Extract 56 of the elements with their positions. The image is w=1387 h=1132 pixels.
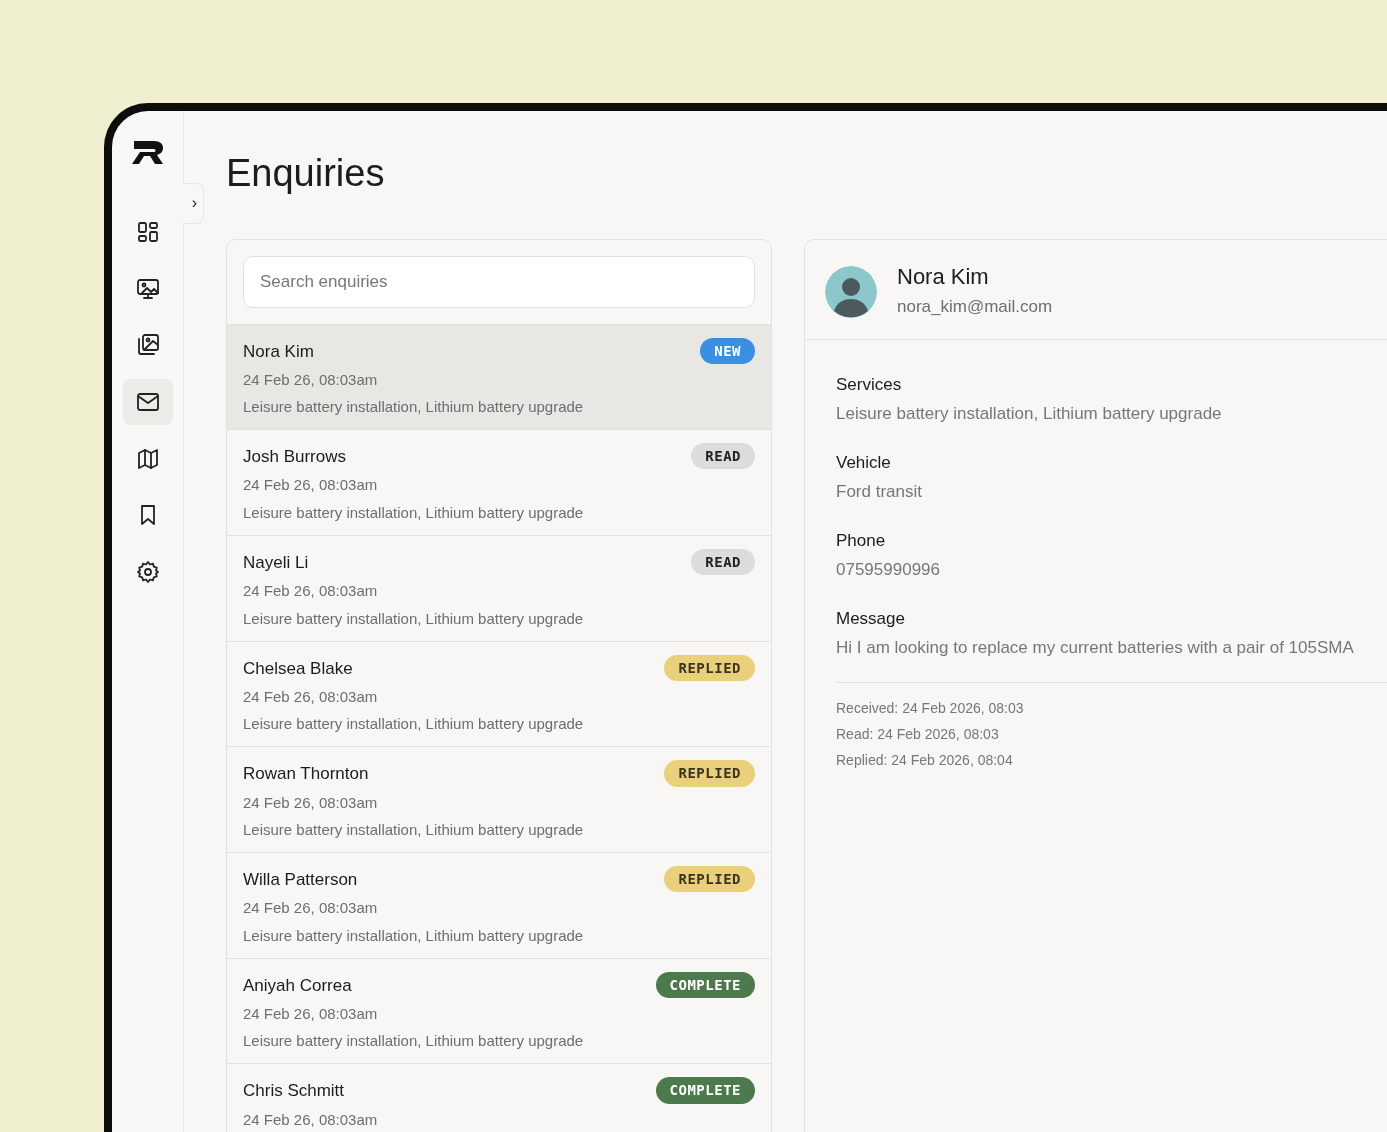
- logo-icon: [131, 139, 164, 165]
- status-badge: COMPLETE: [655, 971, 755, 998]
- status-badge: REPLIED: [664, 866, 755, 893]
- enquiry-date: 24 Feb 26, 08:03am: [243, 475, 379, 496]
- status-badge: NEW: [700, 337, 755, 364]
- dashboard-icon: [135, 220, 160, 244]
- enquiry-services: Leisure battery installation, Lithium battery upgrade: [243, 925, 585, 946]
- enquiry-date: 24 Feb 26, 08:03am: [243, 686, 379, 707]
- enquiry-item[interactable]: Nora Kim NEW 24 Feb 26, 08:03am Leisure battery installation, Lithium battery upgrade: [227, 323, 771, 430]
- enquiry-date: 24 Feb 26, 08:03am: [243, 581, 379, 602]
- enquiry-date: 24 Feb 26, 08:03am: [243, 369, 379, 390]
- field-value: Ford transit: [836, 481, 923, 503]
- map-icon: [135, 446, 160, 471]
- enquiry-services: Leisure battery installation, Lithium battery upgrade: [243, 608, 585, 629]
- enquiry-services: Leisure battery installation, Lithium battery upgrade: [243, 820, 585, 841]
- image-stack-icon: [135, 333, 160, 358]
- field-label: Services: [836, 374, 903, 397]
- avatar: [825, 265, 877, 318]
- enquiry-name: Willa Patterson: [243, 869, 358, 891]
- enquiry-services: Leisure battery installation, Lithium battery upgrade: [243, 1031, 585, 1052]
- enquiry-name: Rowan Thornton: [243, 763, 369, 785]
- enquiry-date: 24 Feb 26, 08:03am: [243, 1109, 379, 1130]
- nav-item[interactable]: [122, 379, 173, 426]
- settings-icon: [135, 560, 160, 585]
- status-badge: READ: [691, 443, 755, 470]
- enquiry-services: Leisure battery installation, Lithium battery upgrade: [243, 397, 585, 418]
- enquiry-name: Nora Kim: [243, 340, 314, 362]
- contact-name: Nora Kim: [897, 263, 990, 290]
- enquiry-date: 24 Feb 26, 08:03am: [243, 898, 379, 919]
- timeline-entry: Read: 24 Feb 2026, 08:03: [836, 725, 1000, 745]
- status-badge: REPLIED: [664, 654, 755, 681]
- enquiry-name: Chelsea Blake: [243, 657, 353, 680]
- timeline-entry: Replied: 24 Feb 2026, 08:04: [836, 751, 1014, 771]
- expand-toggle[interactable]: ›: [183, 183, 204, 224]
- enquiry-name: Nayeli Li: [243, 551, 309, 574]
- search-field[interactable]: Search enquiries: [243, 255, 755, 308]
- monitor-icon: [135, 276, 160, 301]
- timeline-entry: Received: 24 Feb 2026, 08:03: [836, 699, 1025, 719]
- field-label: Vehicle: [836, 452, 892, 475]
- status-badge: COMPLETE: [655, 1077, 755, 1104]
- page-title: Enquiries: [226, 151, 386, 196]
- enquiry-name: Josh Burrows: [243, 446, 346, 468]
- field-value: 07595990996: [836, 559, 941, 581]
- status-badge: REPLIED: [664, 760, 755, 787]
- enquiry-services: Leisure battery installation, Lithium battery upgrade: [243, 714, 585, 735]
- enquiry-date: 24 Feb 26, 08:03am: [243, 792, 379, 813]
- field-value: Leisure battery installation, Lithium battery upgrade: [836, 403, 1223, 425]
- field-label: Message: [836, 608, 906, 631]
- field-value: Hi I am looking to replace my current batteries with a pair of 105SMA: [836, 637, 1355, 659]
- enquiry-name: Aniyah Correa: [243, 974, 352, 997]
- enquiry-services: Leisure battery installation, Lithium battery upgrade: [243, 502, 585, 523]
- contact-email: nora_kim@mail.com: [897, 296, 1053, 318]
- enquiry-date: 24 Feb 26, 08:03am: [243, 1003, 379, 1024]
- enquiry-name: Chris Schmitt: [243, 1080, 345, 1102]
- status-badge: READ: [691, 548, 755, 576]
- field-label: Phone: [836, 530, 887, 553]
